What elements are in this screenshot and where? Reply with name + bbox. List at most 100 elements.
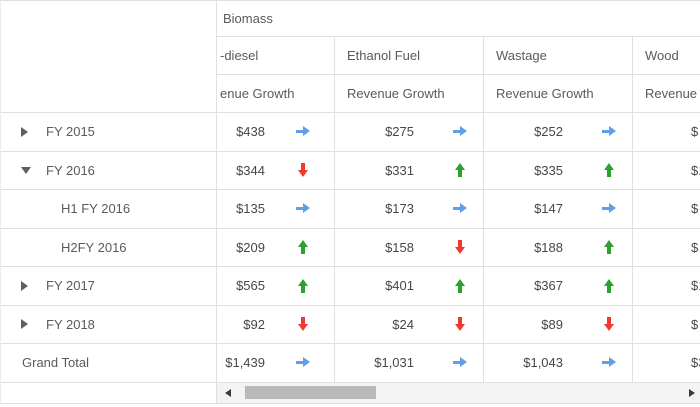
collapse-icon[interactable] bbox=[21, 167, 46, 174]
trend-right-icon bbox=[601, 355, 617, 371]
row-header-fy2017[interactable]: FY 2017 bbox=[1, 267, 216, 305]
cell-value: $173 bbox=[335, 201, 414, 216]
row-label: FY 2016 bbox=[46, 163, 95, 178]
cell-value: $335 bbox=[484, 163, 563, 178]
expand-icon[interactable] bbox=[21, 281, 46, 291]
trend-down-icon bbox=[295, 162, 311, 178]
trend-right-icon bbox=[601, 124, 617, 140]
measure-header-ethanol-fuel[interactable]: Revenue Growth bbox=[334, 75, 483, 112]
scroll-right-icon[interactable] bbox=[689, 389, 695, 397]
cell-value: $344 bbox=[217, 163, 265, 178]
cell-value: $158 bbox=[335, 240, 414, 255]
table-row-fy2016: FY 2016 $344 $331 $335 $1 bbox=[1, 152, 700, 191]
cell-value: $ bbox=[633, 240, 698, 255]
value-cell: $252 bbox=[483, 113, 632, 151]
cell-value: $209 bbox=[217, 240, 265, 255]
trend-down-icon bbox=[295, 316, 311, 332]
trend-up-icon bbox=[601, 278, 617, 294]
value-cell: $335 bbox=[483, 152, 632, 190]
cell-value: $1,439 bbox=[217, 355, 265, 370]
header-corner-spacer bbox=[1, 1, 216, 37]
column-header-label: Wastage bbox=[496, 48, 547, 63]
row-header-h2fy2016[interactable]: H2FY 2016 bbox=[1, 229, 216, 267]
value-cell-clipped: $3 bbox=[632, 344, 700, 382]
cell-value: $438 bbox=[217, 124, 265, 139]
cell-value: $3 bbox=[633, 355, 700, 370]
trend-down-icon bbox=[452, 316, 468, 332]
value-cell: $24 bbox=[334, 306, 483, 344]
column-header-label: Biomass bbox=[223, 11, 273, 26]
table-row-h1fy2016: H1 FY 2016 $135 $173 $147 $ bbox=[1, 190, 700, 229]
value-cell: $331 bbox=[334, 152, 483, 190]
row-header-fy2016[interactable]: FY 2016 bbox=[1, 152, 216, 190]
row-header-grand-total: Grand Total bbox=[1, 344, 216, 382]
cell-value: $1 bbox=[633, 278, 700, 293]
row-label: H2FY 2016 bbox=[61, 240, 127, 255]
column-header-label: Wood bbox=[645, 48, 679, 63]
value-cell: $344 bbox=[216, 152, 334, 190]
table-row-fy2018: FY 2018 $92 $24 $89 $ bbox=[1, 306, 700, 345]
cell-value: $401 bbox=[335, 278, 414, 293]
value-cell: $1,439 bbox=[216, 344, 334, 382]
cell-value: $24 bbox=[335, 317, 414, 332]
cell-value: $188 bbox=[484, 240, 563, 255]
value-cell: $401 bbox=[334, 267, 483, 305]
column-header-wastage[interactable]: Wastage bbox=[483, 37, 632, 75]
scrollbar-thumb[interactable] bbox=[245, 386, 376, 399]
scroll-left-icon[interactable] bbox=[225, 389, 231, 397]
trend-right-icon bbox=[295, 201, 311, 217]
expand-icon[interactable] bbox=[21, 127, 46, 137]
row-label: FY 2017 bbox=[46, 278, 95, 293]
cell-value: $1 bbox=[633, 163, 700, 178]
cell-value: $92 bbox=[217, 317, 265, 332]
trend-right-icon bbox=[452, 201, 468, 217]
row-header-h1fy2016[interactable]: H1 FY 2016 bbox=[1, 190, 216, 228]
column-header-group-row: Biomass bbox=[1, 1, 700, 37]
measure-header-label: Revenue bbox=[645, 86, 697, 101]
value-cell: $209 bbox=[216, 229, 334, 267]
value-cell-clipped: $1 bbox=[632, 152, 700, 190]
expand-icon[interactable] bbox=[21, 319, 46, 329]
measure-header-wood[interactable]: Revenue bbox=[632, 75, 700, 112]
column-header-label: Ethanol Fuel bbox=[347, 48, 420, 63]
value-cell: $89 bbox=[483, 306, 632, 344]
value-cell: $565 bbox=[216, 267, 334, 305]
value-cell: $158 bbox=[334, 229, 483, 267]
column-header-product-row: -diesel Ethanol Fuel Wastage Wood bbox=[1, 37, 700, 75]
table-row-fy2015: FY 2015 $438 $275 $252 $ bbox=[1, 113, 700, 152]
trend-up-icon bbox=[452, 278, 468, 294]
table-row-fy2017: FY 2017 $565 $401 $367 $1 bbox=[1, 267, 700, 306]
column-header-measure-row: enue Growth Revenue Growth Revenue Growt… bbox=[1, 75, 700, 113]
cell-value: $275 bbox=[335, 124, 414, 139]
column-header-wood[interactable]: Wood bbox=[632, 37, 700, 75]
value-cell-clipped: $ bbox=[632, 306, 700, 344]
column-header-biomass[interactable]: Biomass bbox=[216, 1, 700, 37]
scrollbar-spacer bbox=[1, 383, 216, 403]
trend-up-icon bbox=[601, 162, 617, 178]
scrollbar-row bbox=[1, 383, 700, 404]
value-cell-clipped: $ bbox=[632, 229, 700, 267]
value-cell: $275 bbox=[334, 113, 483, 151]
measure-header-label: Revenue Growth bbox=[496, 86, 594, 101]
trend-right-icon bbox=[601, 201, 617, 217]
value-cell-clipped: $1 bbox=[632, 267, 700, 305]
row-header-fy2015[interactable]: FY 2015 bbox=[1, 113, 216, 151]
column-header-ethanol-fuel[interactable]: Ethanol Fuel bbox=[334, 37, 483, 75]
column-header-biodiesel[interactable]: -diesel bbox=[216, 37, 334, 75]
cell-value: $1,031 bbox=[335, 355, 414, 370]
pivot-table: Biomass -diesel Ethanol Fuel Wastage Woo… bbox=[0, 0, 700, 407]
cell-value: $89 bbox=[484, 317, 563, 332]
cell-value: $367 bbox=[484, 278, 563, 293]
trend-up-icon bbox=[295, 239, 311, 255]
cell-value: $147 bbox=[484, 201, 563, 216]
header-corner-spacer bbox=[1, 75, 216, 112]
cell-value: $ bbox=[633, 124, 698, 139]
row-header-fy2018[interactable]: FY 2018 bbox=[1, 306, 216, 344]
value-cell: $92 bbox=[216, 306, 334, 344]
trend-right-icon bbox=[295, 124, 311, 140]
row-label: FY 2015 bbox=[46, 124, 95, 139]
horizontal-scrollbar[interactable] bbox=[216, 383, 700, 403]
value-cell: $188 bbox=[483, 229, 632, 267]
measure-header-biodiesel[interactable]: enue Growth bbox=[216, 75, 334, 112]
measure-header-wastage[interactable]: Revenue Growth bbox=[483, 75, 632, 112]
